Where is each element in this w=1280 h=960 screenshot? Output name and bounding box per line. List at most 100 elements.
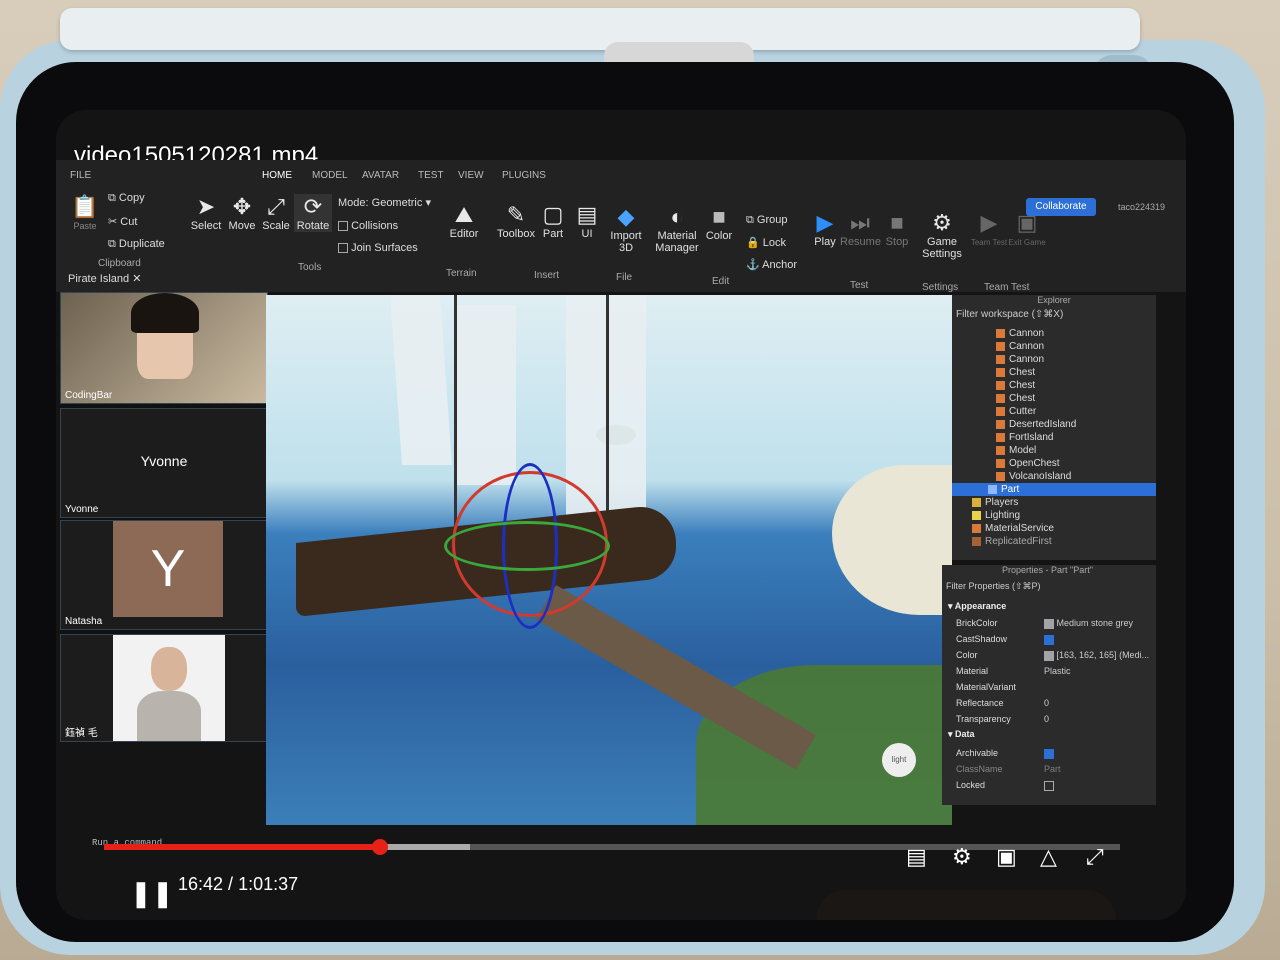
subtitles-button[interactable]: ▤: [906, 844, 927, 870]
tab-file[interactable]: FILE: [70, 170, 91, 181]
rotate-gizmo-ring-z[interactable]: [444, 521, 610, 571]
appearance-section[interactable]: ▾ Appearance: [948, 601, 1006, 612]
tree-item[interactable]: Chest: [996, 366, 1035, 379]
property-row[interactable]: MaterialVariant: [942, 679, 1156, 695]
part-icon: [988, 484, 997, 494]
property-row[interactable]: Locked: [942, 777, 1156, 793]
property-row[interactable]: Material Plastic: [942, 663, 1156, 679]
property-value: Part: [1044, 764, 1061, 774]
anchor-button[interactable]: ⚓ Anchor: [746, 258, 797, 271]
participant-tile[interactable]: CodingBar: [60, 292, 268, 404]
property-row[interactable]: BrickColor Medium stone grey: [942, 615, 1156, 631]
properties-filter-input[interactable]: Filter Properties (⇧⌘P): [946, 581, 1041, 592]
tree-item[interactable]: Chest: [996, 392, 1035, 405]
resume-button[interactable]: ⏭ Resume: [840, 210, 881, 248]
property-row[interactable]: Color [163, 162, 165] (Medi...: [942, 647, 1156, 663]
select-tool[interactable]: ➤ Select: [188, 194, 224, 232]
tree-item-label: Players: [985, 497, 1019, 508]
rotate-tool[interactable]: ⟳ Rotate: [294, 194, 332, 232]
mode-select[interactable]: Mode: Geometric ▾: [338, 196, 431, 209]
material-manager-button[interactable]: ◐ Material Manager: [654, 204, 700, 254]
tab-plugins[interactable]: PLUGINS: [502, 170, 546, 181]
play-button[interactable]: ▶ Play: [808, 210, 842, 248]
tab-home[interactable]: HOME: [262, 170, 292, 181]
move-tool[interactable]: ✥ Move: [224, 194, 260, 232]
property-row[interactable]: Reflectance 0: [942, 695, 1156, 711]
scale-tool[interactable]: ⤢ Scale: [258, 194, 294, 232]
tree-item[interactable]: Cutter: [996, 405, 1036, 418]
document-tab[interactable]: Pirate Island ✕: [68, 272, 141, 288]
property-row[interactable]: Archivable: [942, 745, 1156, 761]
explorer-filter-input[interactable]: Filter workspace (⇧⌘X): [956, 309, 1063, 320]
import-3d-button[interactable]: ◆ Import 3D: [606, 204, 646, 254]
close-icon[interactable]: ✕: [132, 273, 141, 285]
tab-view[interactable]: VIEW: [458, 170, 484, 181]
model-icon: [996, 341, 1005, 351]
part-button[interactable]: ▢ Part: [536, 202, 570, 240]
participant-display-name: Yvonne: [140, 453, 188, 469]
color-button[interactable]: ■ Color: [702, 204, 736, 242]
lock-button[interactable]: 🔒 Lock: [746, 236, 786, 249]
copy-button[interactable]: ⧉ Copy: [108, 192, 145, 205]
tree-item[interactable]: Lighting: [972, 509, 1020, 522]
tree-item-selected[interactable]: Part: [952, 483, 1156, 496]
tree-item-label: MaterialService: [985, 523, 1054, 534]
group-button[interactable]: ⧉ Group: [746, 214, 788, 227]
tree-item[interactable]: Cannon: [996, 353, 1044, 366]
pause-button[interactable]: ❚❚: [130, 878, 174, 909]
miniplayer-icon: ▣: [996, 844, 1017, 869]
cut-button[interactable]: ✂ Cut: [108, 215, 137, 228]
3d-viewport[interactable]: light: [266, 295, 952, 825]
brick-color-value: Medium stone grey: [1056, 618, 1134, 628]
tree-item[interactable]: Cannon: [996, 340, 1044, 353]
collisions-toggle[interactable]: Collisions: [338, 220, 398, 232]
archivable-checkbox[interactable]: [1044, 748, 1054, 759]
toolbox-button[interactable]: ✎ Toolbox: [496, 202, 536, 240]
ui-button[interactable]: ▤ UI: [572, 202, 602, 240]
join-surfaces-toggle[interactable]: Join Surfaces: [338, 242, 418, 254]
tree-item[interactable]: DesertedIsland: [996, 418, 1076, 431]
participant-tile[interactable]: Y Natasha: [60, 520, 268, 630]
tab-avatar[interactable]: AVATAR: [362, 170, 399, 181]
participant-tile[interactable]: 鈺禎 毛: [60, 634, 268, 742]
terrain-editor-button[interactable]: ⛰ Editor: [444, 202, 484, 240]
airplay-button[interactable]: △: [1040, 844, 1057, 870]
property-row[interactable]: CastShadow: [942, 631, 1156, 647]
team-test-button[interactable]: ▶ Team Test: [970, 210, 1008, 248]
game-settings-button[interactable]: ⚙ Game Settings: [918, 210, 966, 260]
data-section[interactable]: ▾ Data: [948, 729, 975, 740]
locked-checkbox[interactable]: [1044, 780, 1054, 791]
duplicate-icon: ⧉: [108, 238, 116, 250]
tree-item[interactable]: OpenChest: [996, 457, 1060, 470]
join-surfaces-checkbox[interactable]: [338, 243, 348, 254]
tree-item[interactable]: Chest: [996, 379, 1035, 392]
light-toggle-button[interactable]: light: [882, 743, 916, 777]
cast-shadow-checkbox[interactable]: [1044, 634, 1054, 645]
video-scrubber-handle[interactable]: [372, 839, 389, 855]
tree-item[interactable]: VolcanoIsland: [996, 470, 1071, 483]
settings-button[interactable]: ⚙: [952, 844, 972, 870]
exit-fullscreen-button[interactable]: ⤢: [1086, 844, 1104, 870]
collaborate-button[interactable]: Collaborate: [1026, 198, 1096, 216]
property-row[interactable]: Transparency 0: [942, 711, 1156, 727]
username-label[interactable]: taco224319: [1118, 202, 1165, 212]
tab-model[interactable]: MODEL: [312, 170, 348, 181]
tree-item[interactable]: MaterialService: [972, 522, 1054, 535]
paste-label: Paste: [73, 221, 97, 231]
stop-button[interactable]: ■ Stop: [882, 210, 912, 248]
tree-item[interactable]: Cannon: [996, 327, 1044, 340]
settings-group-label: Settings: [922, 282, 959, 293]
participant-tile[interactable]: Yvonne Yvonne: [60, 408, 268, 518]
miniplayer-button[interactable]: ▣: [996, 844, 1017, 870]
tree-item-label: OpenChest: [1009, 458, 1060, 469]
duplicate-button[interactable]: ⧉ Duplicate: [108, 238, 165, 251]
collisions-checkbox[interactable]: [338, 221, 348, 232]
tab-test[interactable]: TEST: [418, 170, 444, 181]
paste-button[interactable]: 📋 Paste: [68, 194, 102, 232]
hand-reflection: [816, 890, 1116, 920]
tree-item-label: FortIsland: [1009, 432, 1054, 443]
tree-item[interactable]: Players: [972, 496, 1018, 509]
tree-item[interactable]: ReplicatedFirst: [972, 535, 1052, 548]
tree-item[interactable]: FortIsland: [996, 431, 1053, 444]
tree-item[interactable]: Model: [996, 444, 1036, 457]
